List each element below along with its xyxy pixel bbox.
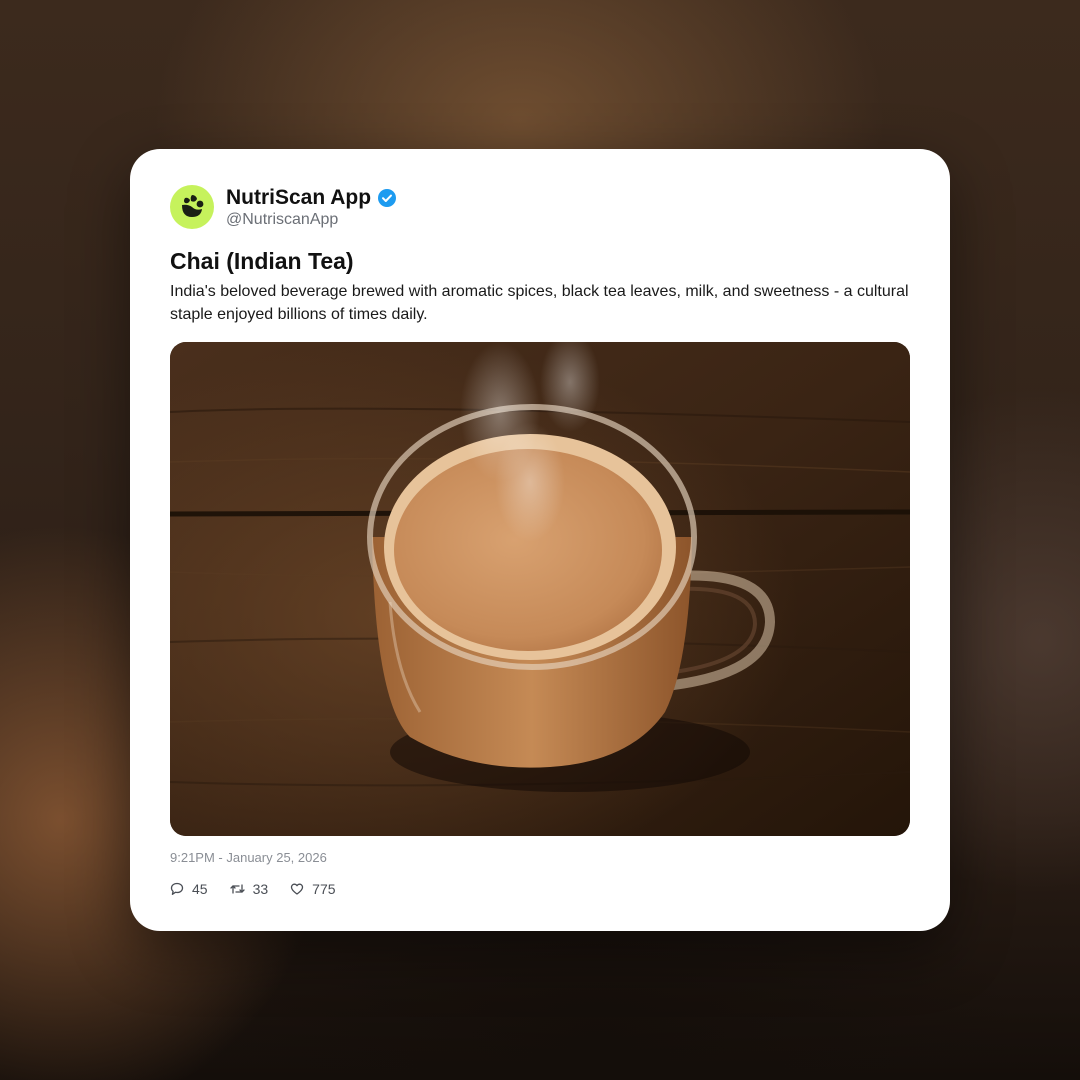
post-actions: 45 33 775 (170, 880, 358, 898)
post-timestamp: 9:21PM - January 25, 2026 (170, 850, 327, 865)
reply-count: 45 (192, 881, 208, 897)
author-name-row: NutriScan App (226, 185, 397, 211)
like-count: 775 (312, 881, 336, 897)
heart-icon (291, 883, 304, 895)
post-image[interactable] (170, 342, 910, 836)
chai-photo-illustration (170, 342, 910, 836)
verified-badge-icon (377, 188, 397, 208)
post-description: India's beloved beverage brewed with aro… (170, 283, 909, 323)
retweet-button[interactable]: 33 (229, 880, 269, 898)
display-name[interactable]: NutriScan App (226, 185, 371, 211)
comment-icon (170, 882, 184, 895)
nutriscan-logo-icon (182, 195, 204, 217)
reply-button[interactable]: 45 (170, 880, 208, 898)
post-title: Chai (Indian Tea) (170, 248, 354, 274)
retweet-count: 33 (252, 881, 269, 897)
like-button[interactable]: 775 (290, 880, 336, 898)
retweet-icon (229, 884, 245, 894)
author-handle[interactable]: @NutriscanApp (226, 210, 338, 230)
avatar[interactable] (170, 185, 214, 229)
post-card: NutriScan App @NutriscanApp Chai (Indian… (130, 149, 950, 931)
